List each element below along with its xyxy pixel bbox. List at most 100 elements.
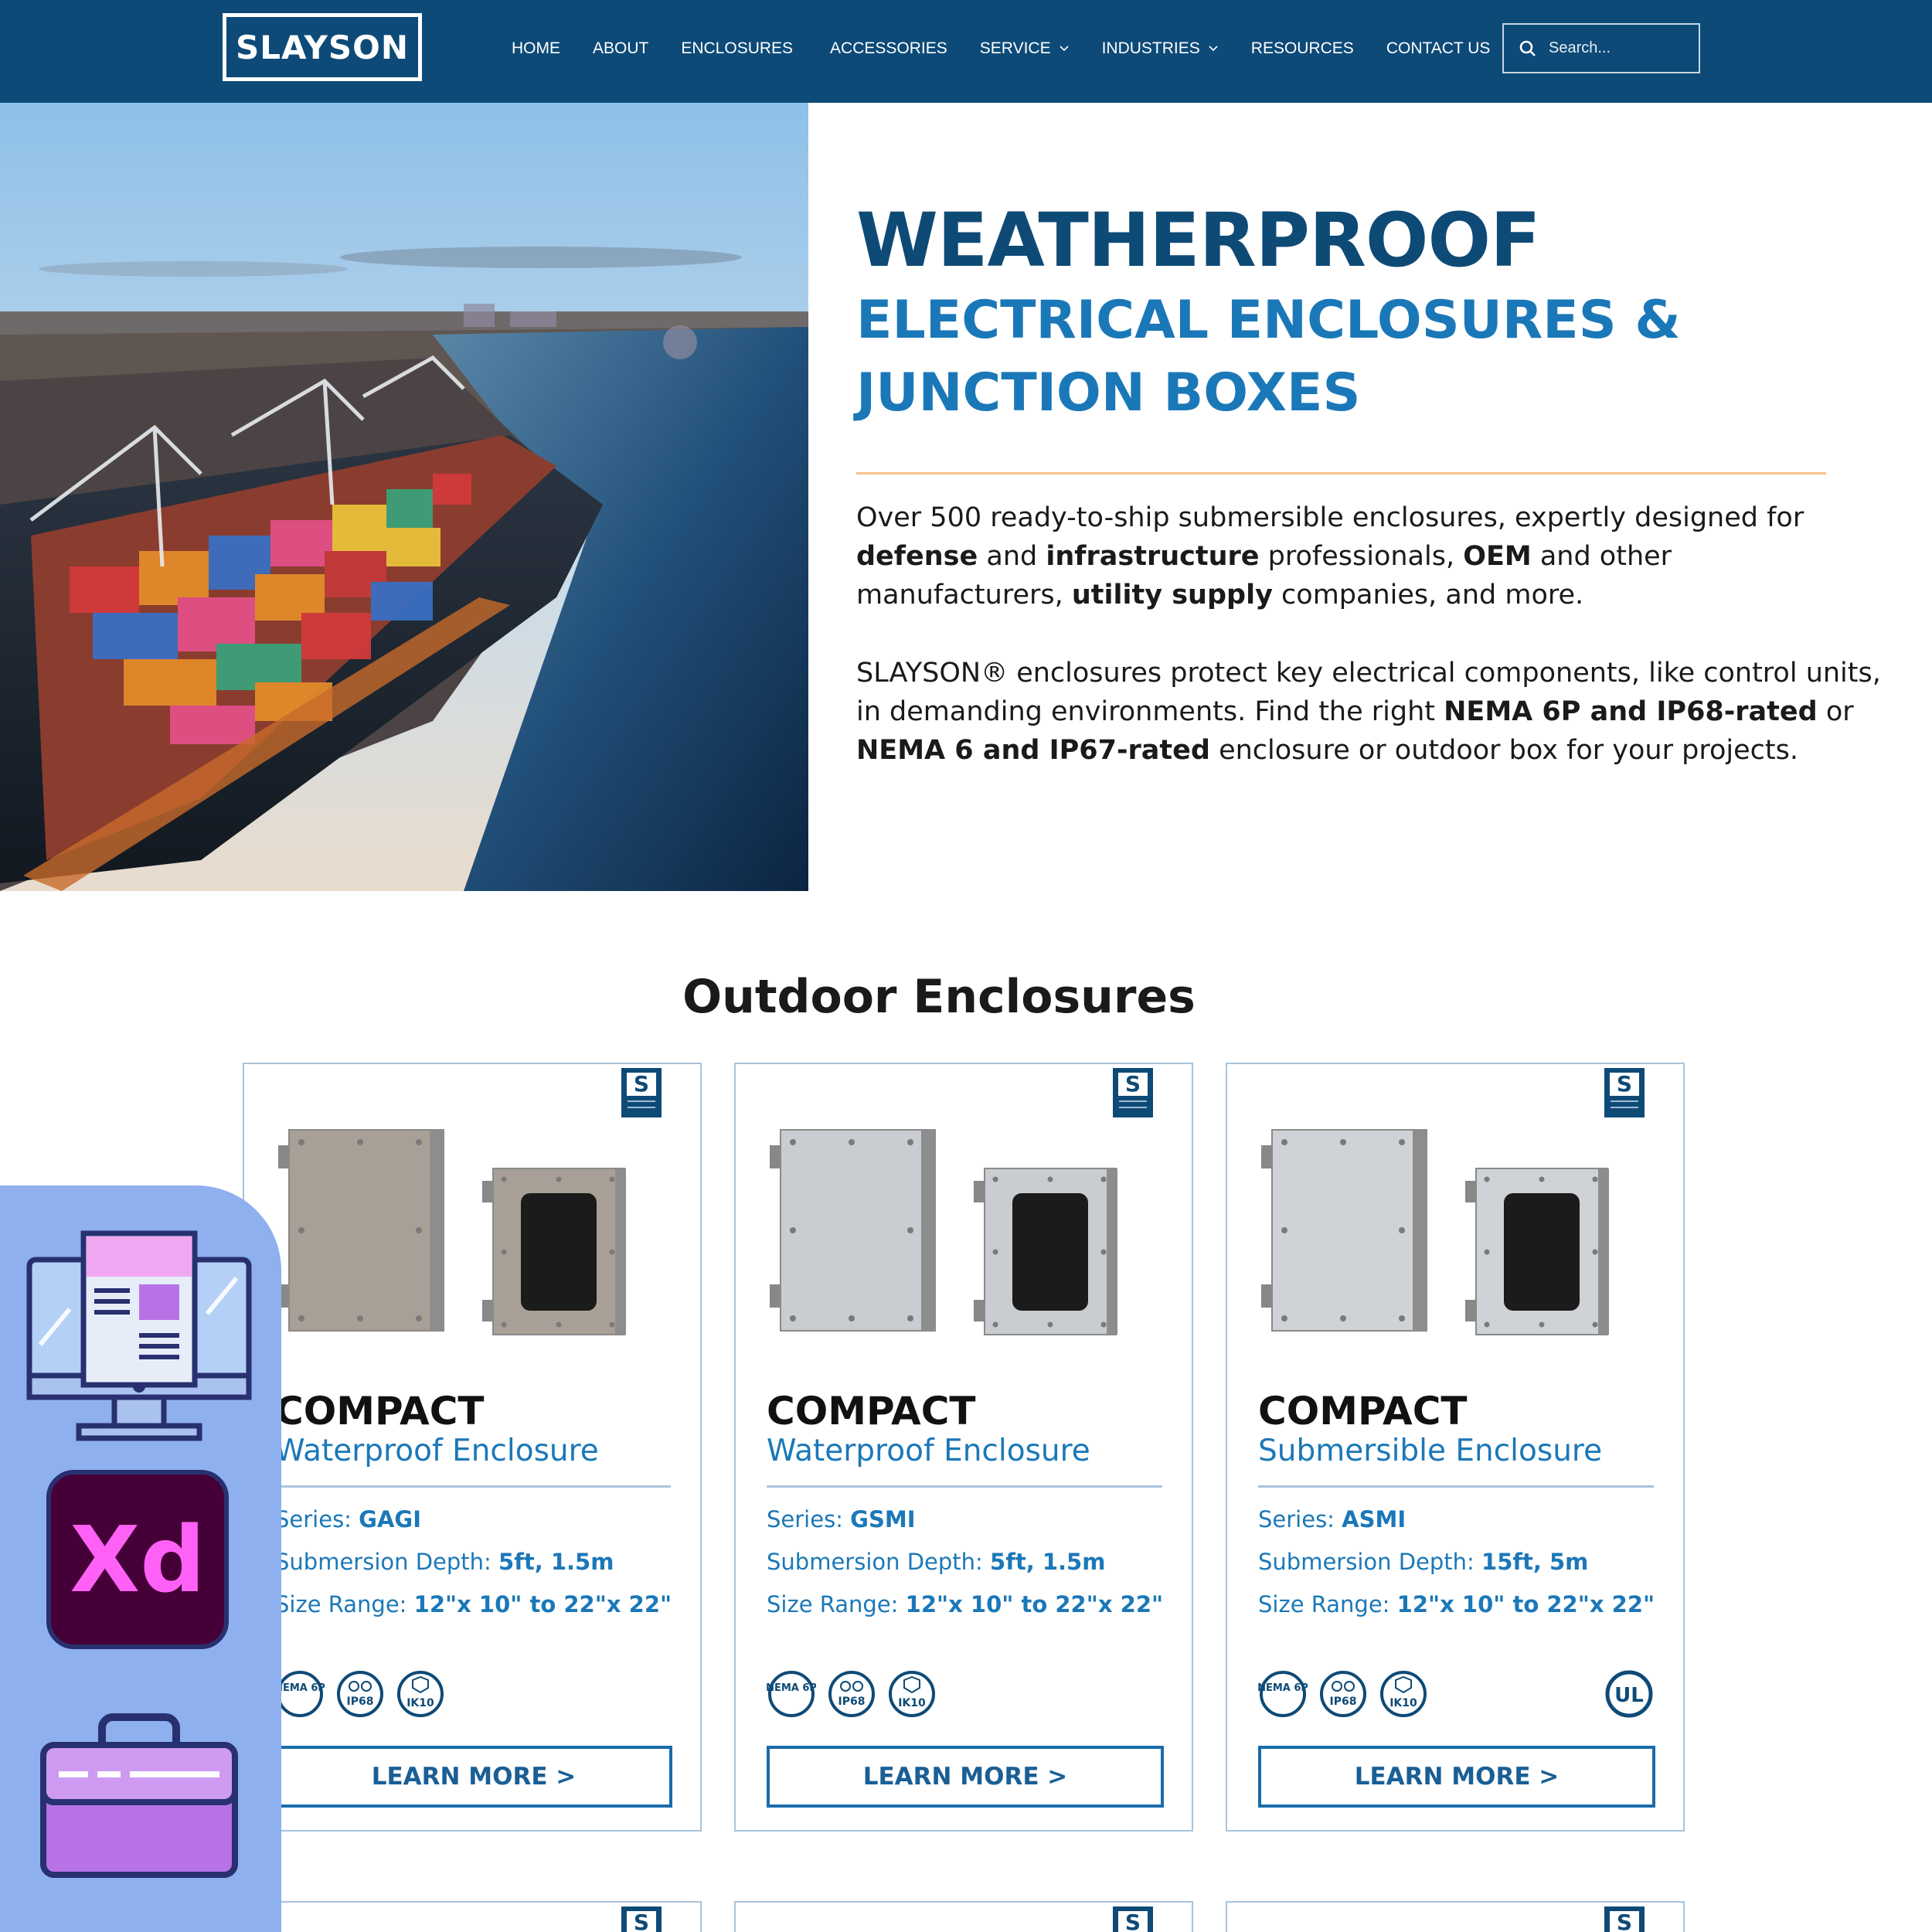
briefcase-icon	[40, 1713, 238, 1878]
spec-size-range: Size Range: 12"x 10" to 22"x 22"	[275, 1591, 672, 1617]
product-card-partial[interactable]: S	[734, 1901, 1193, 1932]
badge-lines	[1119, 1100, 1147, 1102]
card-divider	[275, 1485, 671, 1488]
enclosure-product-image	[278, 1129, 626, 1335]
stainless-steel-badge-icon: S	[1604, 1906, 1645, 1932]
spec-label: Series:	[275, 1506, 359, 1532]
badge-letter: S	[627, 1911, 656, 1932]
nav-label: RESOURCES	[1250, 39, 1354, 57]
spec-value: 5ft, 1.5m	[990, 1549, 1106, 1575]
slayson-logo[interactable]: SLAYSON	[223, 13, 422, 81]
badge-letter: S	[627, 1073, 656, 1096]
nema-6p-rating-icon: NEMA 6P	[275, 1671, 325, 1717]
nav-label: SERVICE	[979, 39, 1051, 57]
text-run: companies, and more.	[1272, 580, 1584, 611]
main-nav: HOME ABOUT ENCLOSURES ACCESSORIES SERVIC…	[512, 0, 1522, 97]
nav-item-industries[interactable]: INDUSTRIES	[1102, 39, 1219, 58]
product-card[interactable]: S	[734, 1063, 1193, 1832]
site-header: SLAYSON HOME ABOUT ENCLOSURES ACCESSORIE…	[0, 0, 1932, 103]
text-run: and	[978, 541, 1046, 572]
badge-lines	[1611, 1107, 1638, 1108]
cert-label: IK10	[406, 1697, 434, 1709]
hero-subtitle-line1: ELECTRICAL ENCLOSURES &	[856, 290, 1681, 351]
spec-submersion-depth: Submersion Depth: 5ft, 1.5m	[767, 1549, 1105, 1575]
adobe-xd-icon-text: Xd	[70, 1506, 206, 1613]
text-bold: NEMA 6 and IP67-rated	[856, 735, 1210, 766]
ik10-rating-icon: IK10	[1380, 1671, 1427, 1717]
nema-6p-rating-icon: NEMA 6P	[767, 1671, 816, 1717]
badge-lines	[628, 1107, 655, 1108]
text-run: or	[1817, 696, 1854, 727]
cert-label: NEMA 6P	[1258, 1682, 1308, 1694]
nav-item-enclosures[interactable]: ENCLOSURES	[681, 39, 793, 58]
learn-more-button[interactable]: LEARN MORE >	[275, 1746, 672, 1808]
spec-label: Size Range:	[767, 1591, 906, 1617]
nav-item-about[interactable]: ABOUT	[593, 39, 648, 58]
nav-item-home[interactable]: HOME	[512, 39, 560, 58]
chevron-down-icon	[1209, 46, 1218, 52]
hero-image-container-ship-port	[0, 103, 808, 891]
spec-label: Submersion Depth:	[275, 1549, 499, 1575]
nav-item-accessories[interactable]: ACCESSORIES	[830, 39, 947, 58]
hero-subtitle-line2: JUNCTION BOXES	[856, 362, 1361, 423]
spec-submersion-depth: Submersion Depth: 5ft, 1.5m	[275, 1549, 614, 1575]
spec-value: 5ft, 1.5m	[498, 1549, 614, 1575]
spec-label: Size Range:	[1258, 1591, 1397, 1617]
cert-label: IP68	[838, 1696, 866, 1708]
product-card-partial[interactable]: S	[1226, 1901, 1685, 1932]
product-card-partial[interactable]: S	[243, 1901, 702, 1932]
ip68-rating-icon: IP68	[337, 1671, 383, 1717]
search-input[interactable]	[1549, 39, 1688, 57]
stainless-steel-badge-icon: S	[1113, 1068, 1153, 1117]
search-icon	[1519, 40, 1536, 56]
badge-letter: S	[1118, 1073, 1148, 1096]
ip68-rating-icon: IP68	[828, 1671, 875, 1717]
text-run: Over 500 ready-to-ship submersible enclo…	[856, 502, 1804, 533]
spec-value: ASMI	[1342, 1506, 1406, 1532]
spec-label: Submersion Depth:	[767, 1549, 991, 1575]
badge-letter: S	[1610, 1073, 1639, 1096]
spec-size-range: Size Range: 12"x 10" to 22"x 22"	[767, 1591, 1163, 1617]
text-bold: defense	[856, 541, 978, 572]
ip68-rating-icon: IP68	[1320, 1671, 1366, 1717]
spec-value: 12"x 10" to 22"x 22"	[1396, 1591, 1655, 1617]
cert-label: NEMA 6P	[767, 1682, 816, 1694]
nav-item-resources[interactable]: RESOURCES	[1251, 39, 1354, 58]
spec-series: Series: ASMI	[1258, 1506, 1406, 1532]
text-bold: NEMA 6P and IP68-rated	[1444, 696, 1818, 727]
nav-item-service[interactable]: SERVICE	[980, 39, 1070, 58]
port-photo	[0, 103, 808, 891]
learn-more-button[interactable]: LEARN MORE >	[1258, 1746, 1655, 1808]
cert-label: IP68	[347, 1696, 374, 1708]
enclosure-product-image	[1261, 1129, 1609, 1335]
nav-item-contact-us[interactable]: CONTACT US	[1386, 39, 1491, 58]
product-card[interactable]: S	[1226, 1063, 1685, 1832]
spec-label: Series:	[767, 1506, 851, 1532]
product-card[interactable]: S	[243, 1063, 702, 1832]
monitor-webpage-icon	[26, 1230, 252, 1441]
spec-label: Submersion Depth:	[1258, 1549, 1482, 1575]
logo-text: SLAYSON	[235, 28, 409, 66]
badge-lines	[1611, 1100, 1638, 1102]
cert-label: IK10	[1389, 1697, 1417, 1709]
learn-more-button[interactable]: LEARN MORE >	[767, 1746, 1164, 1808]
ul-label: UL	[1614, 1684, 1644, 1707]
nav-label: ENCLOSURES	[681, 39, 794, 57]
hero-subtitle: ELECTRICAL ENCLOSURES & JUNCTION BOXES	[856, 284, 1784, 430]
search-box[interactable]	[1502, 23, 1700, 73]
stainless-steel-badge-icon: S	[621, 1068, 662, 1117]
product-name: COMPACT	[767, 1389, 976, 1434]
text-bold: OEM	[1463, 541, 1532, 572]
badge-lines	[1119, 1107, 1147, 1108]
cert-label: NEMA 6P	[275, 1682, 325, 1694]
nav-label: INDUSTRIES	[1101, 39, 1200, 57]
enclosure-product-image	[770, 1129, 1117, 1335]
card-divider	[1258, 1485, 1654, 1488]
cert-label: IK10	[898, 1697, 926, 1709]
ik10-rating-icon: IK10	[397, 1671, 444, 1717]
card-divider	[767, 1485, 1162, 1488]
product-type: Submersible Enclosure	[1258, 1434, 1603, 1468]
hero-divider	[856, 472, 1826, 474]
spec-series: Series: GAGI	[275, 1506, 421, 1532]
spec-series: Series: GSMI	[767, 1506, 916, 1532]
